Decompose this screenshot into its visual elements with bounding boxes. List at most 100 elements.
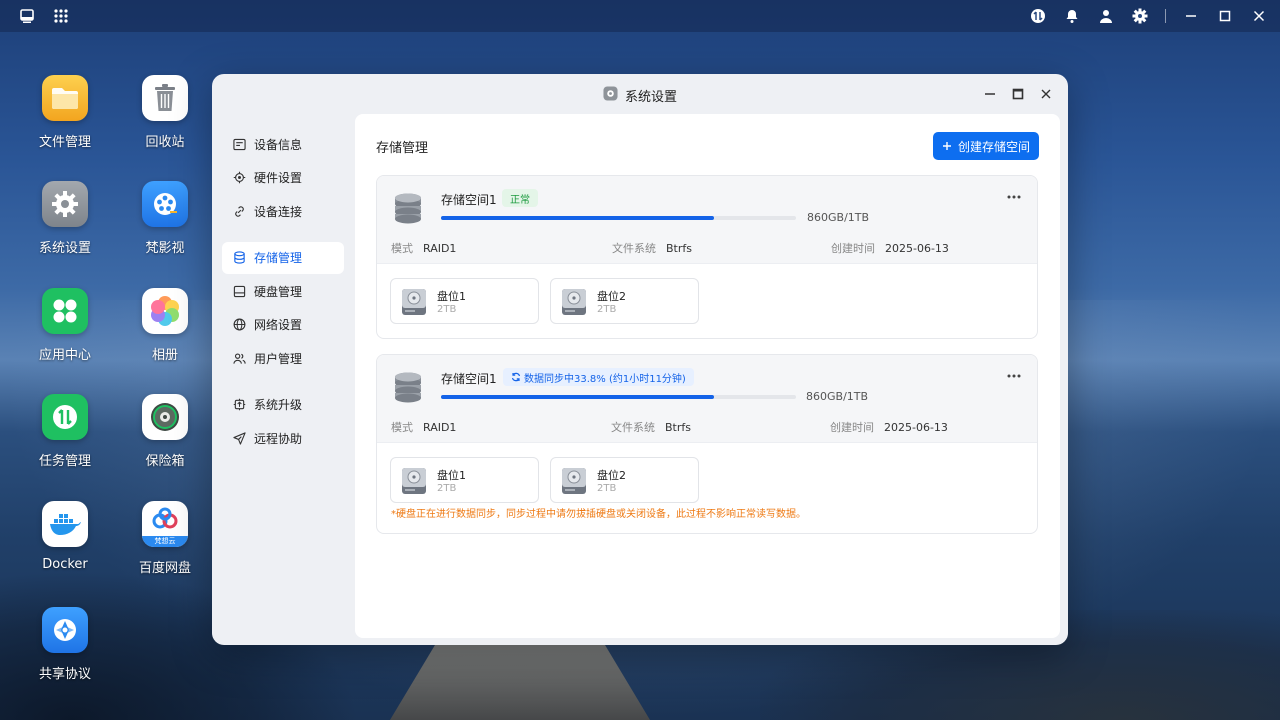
sidebar-item-disk[interactable]: 硬盘管理 <box>222 275 344 307</box>
link-icon <box>232 204 246 218</box>
create-storage-button[interactable]: 创建存储空间 <box>932 132 1039 160</box>
pool-header: 存储空间1 数据同步中33.8% (约1小时11分钟) 860GB/1TB 模式… <box>377 355 1037 443</box>
window-minimize-icon[interactable] <box>982 86 998 102</box>
capacity-text: 860GB/1TB <box>806 390 869 403</box>
maximize-icon[interactable] <box>1216 7 1234 25</box>
gear-icon[interactable] <box>1131 7 1149 25</box>
meta-label: 模式 <box>391 242 413 255</box>
sync-warning-text: *硬盘正在进行数据同步，同步过程中请勿拔插硬盘或关闭设备，此过程不影响正常读写数… <box>391 509 806 520</box>
app-label: 梵影视 <box>145 241 185 256</box>
storage-main-panel: 存储管理 创建存储空间 存储空间1 正常 860GB/1TB 模式 RAID1 文… <box>355 114 1060 638</box>
meta-value: RAID1 <box>423 421 457 434</box>
desktop-app-docker[interactable]: Docker <box>20 501 110 572</box>
desktop-app-system-settings[interactable]: 系统设置 <box>20 181 110 256</box>
disk-name: 盘位2 <box>597 469 626 482</box>
meta-created: 创建时间 2025-06-13 <box>830 419 948 435</box>
close-icon[interactable] <box>1250 7 1268 25</box>
desktop-app-baidu-netdisk[interactable]: 梵想云 百度网盘 <box>120 501 210 576</box>
desktop-app-app-center[interactable]: 应用中心 <box>20 288 110 363</box>
disk-slot-card[interactable]: 盘位2 2TB <box>550 457 699 503</box>
pool-name: 存储空间1 <box>441 372 497 386</box>
sidebar-item-device-connect[interactable]: 设备连接 <box>222 195 344 227</box>
hard-drive-icon <box>401 467 427 495</box>
sidebar-item-network[interactable]: 网络设置 <box>222 309 344 341</box>
storage-stack-icon <box>393 192 423 224</box>
sidebar-item-hardware[interactable]: 硬件设置 <box>222 162 344 194</box>
desktop-app-task-manager[interactable]: 任务管理 <box>20 394 110 469</box>
window-title: 系统设置 <box>624 89 677 105</box>
film-reel-icon <box>142 181 188 227</box>
window-maximize-icon[interactable] <box>1010 86 1026 102</box>
sidebar-item-label: 用户管理 <box>254 351 303 366</box>
capacity-progress-fill <box>441 216 715 220</box>
disk-slot-card[interactable]: 盘位1 2TB <box>390 278 539 324</box>
meta-filesystem: 文件系统 Btrfs <box>612 240 692 256</box>
task-manager-icon <box>42 394 88 440</box>
desktop-app-safe[interactable]: 保险箱 <box>120 394 210 469</box>
bell-icon[interactable] <box>1063 7 1081 25</box>
disk-slot-card[interactable]: 盘位1 2TB <box>390 457 539 503</box>
share-protocol-icon <box>42 607 88 653</box>
folder-icon <box>42 75 88 121</box>
user-icon[interactable] <box>1097 7 1115 25</box>
create-storage-label: 创建存储空间 <box>957 139 1030 154</box>
app-label: Docker <box>42 557 88 572</box>
disk-name: 盘位1 <box>437 290 466 303</box>
sidebar-item-storage[interactable]: 存储管理 <box>222 241 344 274</box>
sidebar-item-label: 硬盘管理 <box>254 284 303 299</box>
app-launcher-grid-icon[interactable] <box>52 7 70 25</box>
send-icon <box>232 431 246 445</box>
capacity-progress-bar <box>441 216 796 220</box>
baidu-netdisk-icon: 梵想云 <box>142 501 188 547</box>
users-icon <box>232 351 246 365</box>
meta-filesystem: 文件系统 Btrfs <box>611 419 691 435</box>
sidebar-item-device-info[interactable]: 设备信息 <box>222 128 344 160</box>
trash-icon <box>142 75 188 121</box>
desktop-app-recycle-bin[interactable]: 回收站 <box>120 75 210 150</box>
desktop-app-share-protocol[interactable]: 共享协议 <box>20 607 110 682</box>
page-title: 存储管理 <box>376 141 429 156</box>
sidebar-item-users[interactable]: 用户管理 <box>222 342 344 374</box>
topbar-divider <box>1165 9 1166 23</box>
app-center-icon <box>42 288 88 334</box>
pool-header: 存储空间1 正常 860GB/1TB 模式 RAID1 文件系统 Btrfs 创建时… <box>377 176 1037 264</box>
meta-value: 2025-06-13 <box>885 242 949 255</box>
desktop-app-file-manager[interactable]: 文件管理 <box>20 75 110 150</box>
storage-pool-card: 存储空间1 数据同步中33.8% (约1小时11分钟) 860GB/1TB 模式… <box>376 354 1038 534</box>
sync-status-text: 数据同步中33.8% (约1小时11分钟) <box>524 373 686 385</box>
baidu-tile-caption: 梵想云 <box>142 536 188 547</box>
task-status-icon[interactable] <box>1029 7 1047 25</box>
meta-mode: 模式 RAID1 <box>391 240 456 256</box>
hardware-icon <box>232 171 246 185</box>
show-desktop-icon[interactable] <box>18 7 36 25</box>
app-label: 百度网盘 <box>138 561 191 576</box>
disk-slot-card[interactable]: 盘位2 2TB <box>550 278 699 324</box>
database-icon <box>232 251 246 265</box>
meta-value: Btrfs <box>666 242 692 255</box>
desktop-app-video[interactable]: 梵影视 <box>120 181 210 256</box>
sidebar-item-label: 系统升级 <box>254 398 303 413</box>
app-label: 相册 <box>151 348 178 363</box>
meta-mode: 模式 RAID1 <box>391 419 456 435</box>
sidebar-item-remote-assist[interactable]: 远程协助 <box>222 422 344 454</box>
meta-label: 创建时间 <box>831 242 875 255</box>
hard-drive-icon <box>401 288 427 316</box>
desktop-app-photos[interactable]: 相册 <box>120 288 210 363</box>
window-close-icon[interactable] <box>1038 86 1054 102</box>
minimize-icon[interactable] <box>1182 7 1200 25</box>
disk-name: 盘位2 <box>597 290 626 303</box>
hard-disk-icon <box>232 284 246 298</box>
sidebar-item-label: 远程协助 <box>254 431 303 446</box>
more-options-icon[interactable] <box>1005 188 1023 206</box>
app-label: 保险箱 <box>145 454 185 469</box>
meta-value: RAID1 <box>423 242 457 255</box>
photos-flower-icon <box>142 288 188 334</box>
status-badge: 正常 <box>502 189 538 207</box>
sidebar-item-label: 网络设置 <box>254 318 303 333</box>
disk-size: 2TB <box>597 304 617 315</box>
sidebar-item-upgrade[interactable]: 系统升级 <box>222 389 344 421</box>
capacity-progress-bar <box>441 395 796 399</box>
meta-value: 2025-06-13 <box>884 421 948 434</box>
more-options-icon[interactable] <box>1005 367 1023 385</box>
gear-icon <box>42 181 88 227</box>
